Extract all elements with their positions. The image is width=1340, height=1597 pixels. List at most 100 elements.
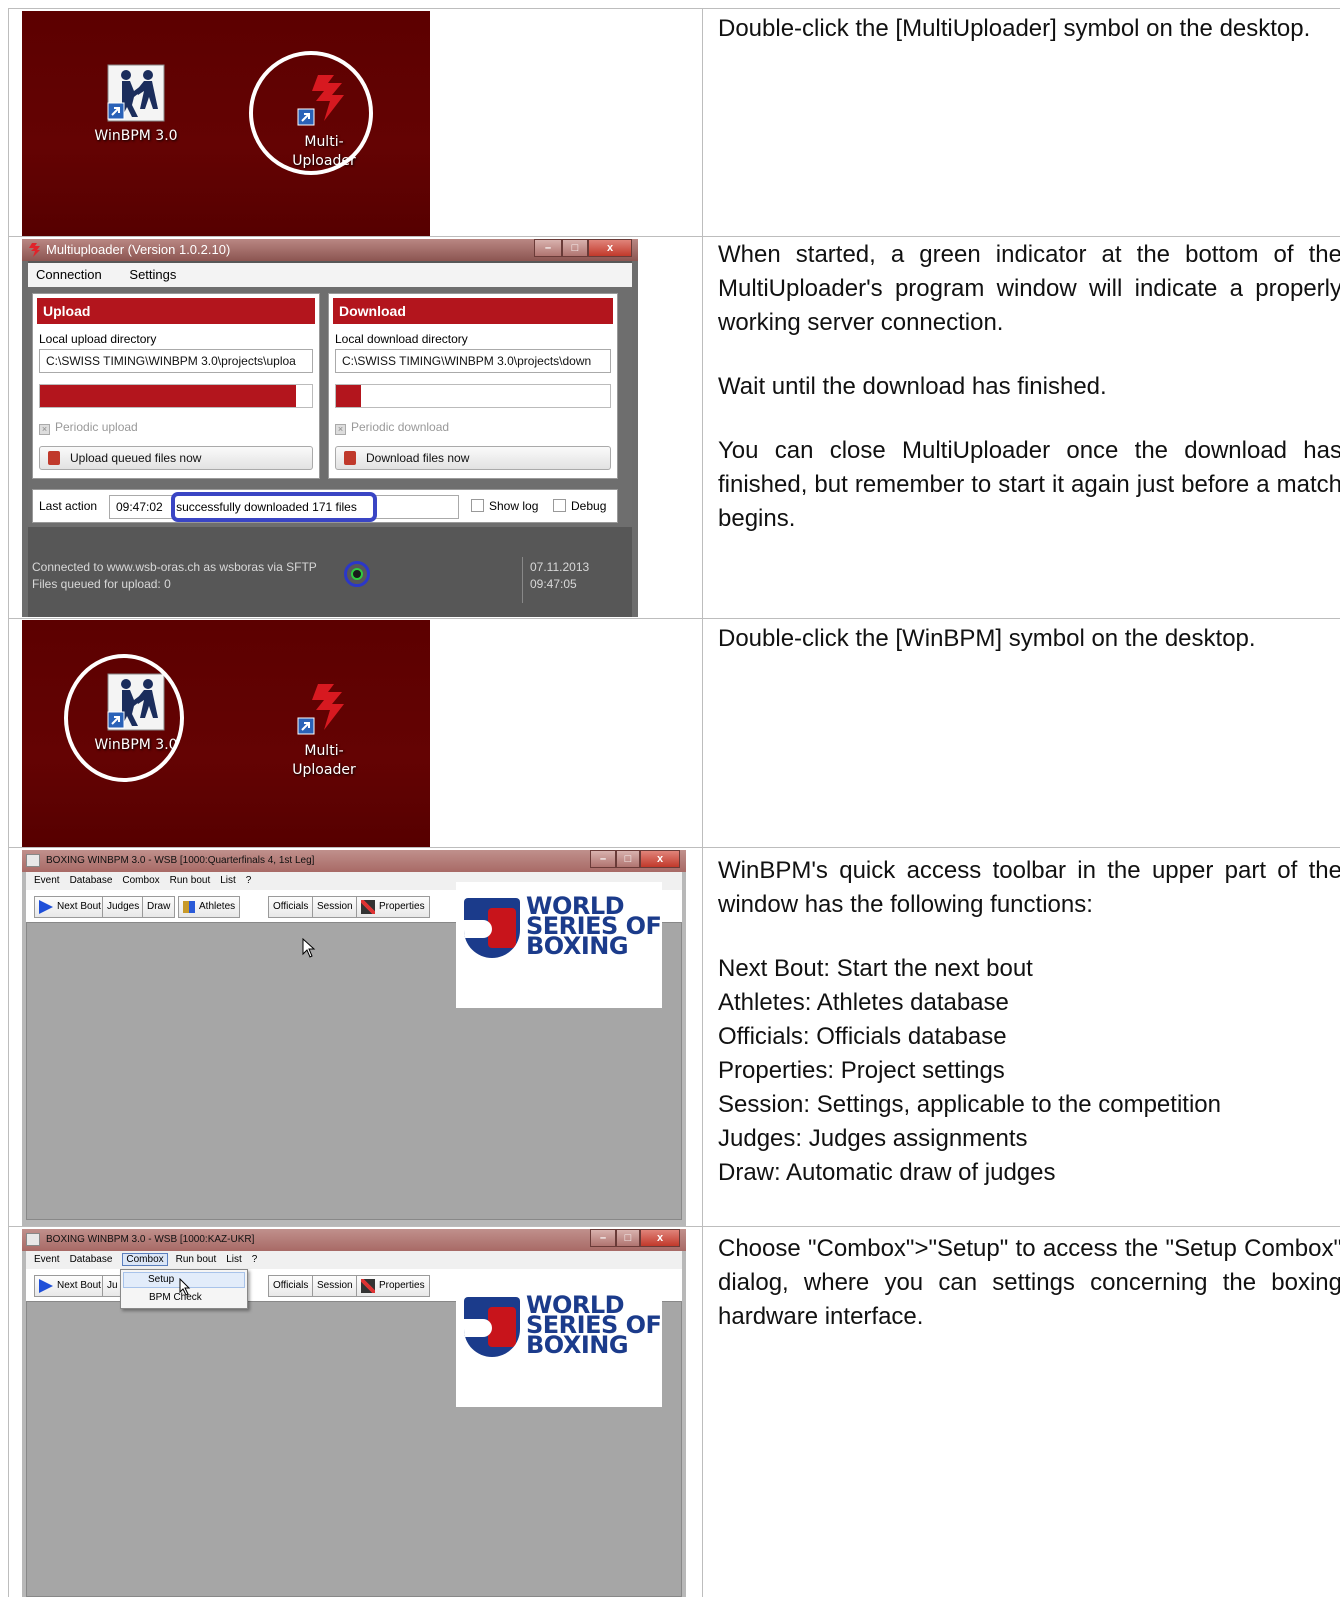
menu-help[interactable]: ? (246, 875, 252, 886)
multiuploader-window: Multiuploader (Version 1.0.2.10) – □ x C… (22, 239, 638, 617)
periodic-download-checkbox[interactable]: × Periodic download (335, 420, 449, 435)
step-1-paragraph: Double-click the [MultiUploader] symbol … (718, 15, 1311, 42)
close-button[interactable]: x (640, 1229, 680, 1247)
desktop-screenshot-2: WinBPM 3.0 Multi- Uploader (22, 620, 430, 847)
multiuploader-desktop-icon[interactable]: Multi- Uploader (264, 678, 384, 780)
next-bout-button[interactable]: Next Bout (34, 896, 106, 918)
menu-item-setup-label: Setup (148, 1274, 175, 1285)
uploader-label-line2: Uploader (292, 762, 356, 778)
next-bout-button[interactable]: Next Bout (34, 1275, 106, 1297)
window-controls: – □ x (534, 239, 632, 259)
officials-label: Officials (273, 1280, 309, 1291)
last-action-label: Last action (39, 499, 98, 513)
minimize-button[interactable]: – (590, 850, 616, 868)
menu-run-bout[interactable]: Run bout (170, 875, 211, 886)
window-controls: – □ x (590, 850, 680, 870)
function-item: Draw: Automatic draw of judges (718, 1159, 1056, 1186)
status-date: 07.11.2013 (530, 560, 590, 574)
draw-label: Draw (147, 901, 171, 912)
download-header: Download (333, 298, 613, 324)
window-title: Multiuploader (Version 1.0.2.10) (46, 242, 231, 257)
combox-dropdown-menu: Setup BPM Check (120, 1269, 248, 1309)
step-2-paragraph-3: You can close MultiUploader once the dow… (718, 437, 1340, 532)
judges-button[interactable]: Judges (102, 896, 145, 918)
window-controls: – □ x (590, 1229, 680, 1249)
function-item: Athletes: Athletes database (718, 989, 1009, 1016)
debug-checkbox[interactable]: Debug (553, 499, 606, 513)
step-3-text: Double-click the [WinBPM] symbol on the … (718, 622, 1340, 686)
properties-label: Properties (379, 901, 425, 912)
download-icon (344, 451, 356, 465)
multiuploader-menubar: Connection Settings (28, 263, 632, 287)
close-button[interactable]: x (588, 239, 632, 257)
uploader-label-line1: Multi- (304, 743, 344, 759)
show-log-label: Show log (489, 499, 539, 513)
download-dir-input[interactable]: C:\SWISS TIMING\WINBPM 3.0\projects\down (335, 349, 611, 373)
last-action-row: Last action 09:47:02 successfully downlo… (32, 489, 618, 523)
download-files-button[interactable]: Download files now (335, 446, 611, 470)
minimize-button[interactable]: – (590, 1229, 616, 1247)
multiuploader-titlebar: Multiuploader (Version 1.0.2.10) – □ x (22, 239, 638, 261)
show-log-checkbox[interactable]: Show log (471, 499, 538, 513)
menu-list[interactable]: List (226, 1254, 242, 1265)
datetime-area: 07.11.2013 09:47:05 (530, 559, 589, 593)
draw-button[interactable]: Draw (142, 896, 176, 918)
menu-combox[interactable]: Combox (122, 1253, 168, 1266)
menu-database[interactable]: Database (70, 1254, 113, 1265)
column-divider (702, 8, 703, 1597)
step-2-paragraph-1: When started, a green indicator at the b… (718, 241, 1340, 336)
athletes-button[interactable]: Athletes (178, 896, 241, 918)
window-title: BOXING WINBPM 3.0 - WSB [1000:Quarterfin… (46, 855, 315, 866)
menu-help[interactable]: ? (252, 1254, 258, 1265)
menu-database[interactable]: Database (70, 875, 113, 886)
minimize-button[interactable]: – (534, 239, 562, 257)
menu-run-bout[interactable]: Run bout (176, 1254, 217, 1265)
maximize-button[interactable]: □ (562, 239, 588, 257)
boxers-icon (106, 63, 166, 123)
maximize-button[interactable]: □ (616, 850, 640, 868)
step-1-text: Double-click the [MultiUploader] symbol … (718, 12, 1340, 76)
officials-button[interactable]: Officials (268, 896, 314, 918)
properties-button[interactable]: Properties (356, 1275, 430, 1297)
highlight-circle (249, 51, 373, 175)
mouse-cursor-icon (302, 938, 316, 958)
menu-connection[interactable]: Connection (36, 267, 102, 282)
menu-list[interactable]: List (220, 875, 236, 886)
menu-combox[interactable]: Combox (122, 875, 159, 886)
menu-event[interactable]: Event (34, 1254, 60, 1265)
properties-button[interactable]: Properties (356, 896, 430, 918)
upload-queued-button[interactable]: Upload queued files now (39, 446, 313, 470)
officials-button[interactable]: Officials (268, 1275, 314, 1297)
upload-panel: Upload Local upload directory C:\SWISS T… (32, 293, 320, 479)
highlight-box (171, 492, 377, 522)
menu-event[interactable]: Event (34, 875, 60, 886)
row-divider (8, 1226, 1340, 1227)
winbpm-menubar: Event Database Combox Run bout List? (26, 1251, 682, 1269)
download-dir-label: Local download directory (335, 332, 468, 346)
app-icon (26, 1233, 40, 1246)
close-button[interactable]: x (640, 850, 680, 868)
periodic-upload-checkbox[interactable]: × Periodic upload (39, 420, 138, 435)
properties-label: Properties (379, 1280, 425, 1291)
winbpm-desktop-icon[interactable]: WinBPM 3.0 (76, 63, 196, 146)
session-button[interactable]: Session (312, 896, 358, 918)
function-item: Properties: Project settings (718, 1057, 1005, 1084)
last-action-time: 09:47:02 (116, 500, 163, 514)
row-divider (8, 618, 1340, 619)
upload-button-label: Upload queued files now (70, 451, 202, 465)
highlight-circle (64, 654, 184, 782)
menu-settings[interactable]: Settings (129, 267, 176, 282)
judges-button[interactable]: Ju (102, 1275, 122, 1297)
athletes-icon (183, 901, 195, 913)
session-button[interactable]: Session (312, 1275, 358, 1297)
upload-dir-label: Local upload directory (39, 332, 157, 346)
play-icon (39, 1279, 53, 1293)
function-list: Next Bout: Start the next bout Athletes:… (718, 952, 1340, 1190)
properties-icon (361, 1279, 375, 1293)
upload-header: Upload (37, 298, 315, 324)
row-divider (8, 236, 1340, 237)
maximize-button[interactable]: □ (616, 1229, 640, 1247)
winbpm-titlebar: BOXING WINBPM 3.0 - WSB [1000:Quarterfin… (22, 850, 686, 872)
upload-dir-input[interactable]: C:\SWISS TIMING\WINBPM 3.0\projects\uplo… (39, 349, 313, 373)
periodic-upload-label: Periodic upload (55, 420, 138, 434)
